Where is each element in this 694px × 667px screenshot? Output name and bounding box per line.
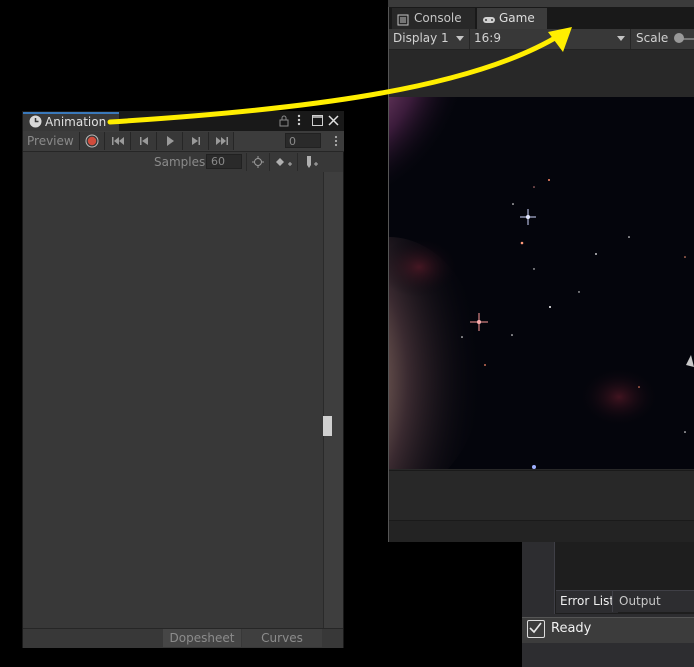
annotation-arrow xyxy=(107,27,572,125)
